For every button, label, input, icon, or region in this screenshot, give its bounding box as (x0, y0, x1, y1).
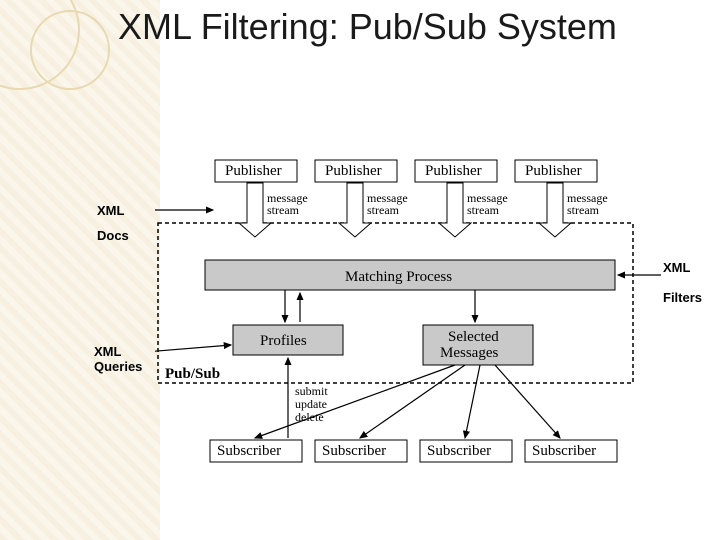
svg-text:Publisher: Publisher (425, 163, 482, 179)
distribute-arrow-icon (360, 365, 465, 438)
message-stream-arrow: message stream (339, 183, 408, 237)
slide-title: XML Filtering: Pub/Sub System (118, 6, 617, 47)
svg-text:Matching Process: Matching Process (345, 269, 452, 285)
annotation-xml-docs-2: Docs (97, 228, 129, 243)
svg-text:Subscriber: Subscriber (427, 443, 491, 459)
subscriber-box: Subscriber (315, 440, 407, 462)
svg-text:Subscriber: Subscriber (217, 443, 281, 459)
distribute-arrow-icon (495, 365, 560, 438)
svg-text:Publisher: Publisher (525, 163, 582, 179)
annotation-xml-filters-2: Filters (663, 290, 702, 305)
pubsub-label: Pub/Sub (165, 366, 220, 382)
message-stream-arrow: message stream (439, 183, 508, 237)
selected-messages-box: Selected Messages (423, 325, 533, 365)
profiles-box: Profiles (233, 325, 343, 355)
message-stream-arrow: message stream (239, 183, 308, 237)
publisher-box: Publisher (315, 160, 397, 182)
svg-text:stream: stream (267, 203, 300, 217)
publisher-box: Publisher (415, 160, 497, 182)
pubsub-diagram: Pub/Sub Publisher Publisher Publisher Pu… (155, 155, 665, 485)
svg-text:Publisher: Publisher (225, 163, 282, 179)
matching-process-box: Matching Process (205, 260, 615, 290)
op-label: submit (295, 384, 328, 398)
subscriber-box: Subscriber (525, 440, 617, 462)
annotation-xml-docs: XML (97, 203, 124, 218)
double-arrow-icon (285, 290, 300, 322)
svg-text:stream: stream (567, 203, 600, 217)
svg-text:Subscriber: Subscriber (532, 443, 596, 459)
svg-text:Messages: Messages (440, 345, 498, 361)
svg-text:Selected: Selected (448, 329, 499, 345)
decorative-circle (30, 10, 110, 90)
svg-text:Profiles: Profiles (260, 333, 307, 349)
svg-text:stream: stream (367, 203, 400, 217)
annotation-xml-queries: XML Queries (94, 344, 142, 374)
svg-text:Subscriber: Subscriber (322, 443, 386, 459)
publisher-box: Publisher (215, 160, 297, 182)
subscriber-box: Subscriber (420, 440, 512, 462)
subscriber-box: Subscriber (210, 440, 302, 462)
op-label: update (295, 397, 327, 411)
svg-text:stream: stream (467, 203, 500, 217)
annotation-arrow-icon (155, 345, 231, 352)
message-stream-arrow: message stream (539, 183, 608, 237)
distribute-arrow-icon (255, 365, 455, 438)
distribute-arrow-icon (465, 365, 480, 438)
publisher-box: Publisher (515, 160, 597, 182)
svg-text:Publisher: Publisher (325, 163, 382, 179)
annotation-xml-filters: XML (663, 260, 690, 275)
